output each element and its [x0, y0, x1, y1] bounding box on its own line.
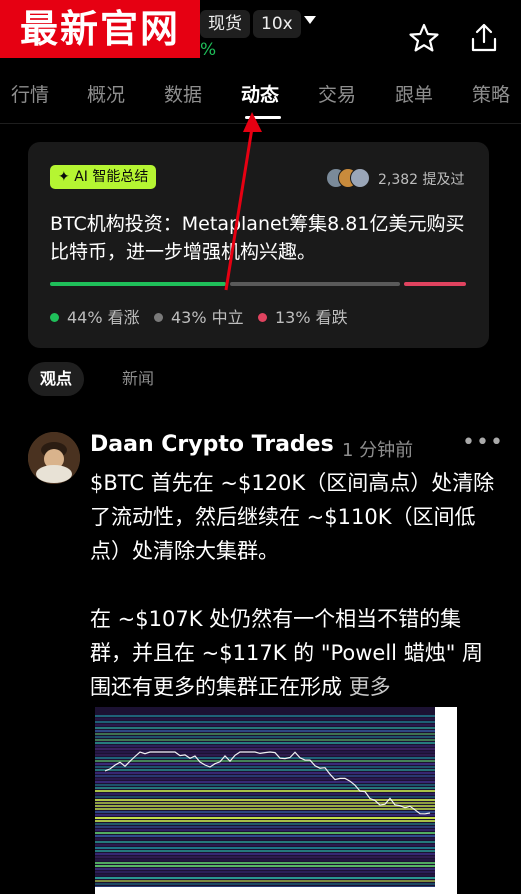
post-time: 1 分钟前	[342, 440, 414, 461]
watermark-logo: 最新官网	[0, 0, 200, 58]
post-paragraph: 在 ~$107K 处仍然有一个相当不错的集群，并且在 ~$117K 的 "Pow…	[90, 607, 484, 699]
post-paragraph: $BTC 首先在 ~$120K（区间高点）处清除了流动性，然后继续在 ~$110…	[90, 471, 495, 563]
author-name[interactable]: Daan Crypto Trades	[90, 432, 334, 457]
more-options-icon[interactable]: •••	[462, 430, 504, 455]
author-avatar[interactable]	[28, 432, 80, 484]
liquidation-heatmap-image	[95, 707, 457, 894]
tab-opinions[interactable]: 观点	[28, 362, 85, 396]
tab-news[interactable]: 新闻	[122, 362, 154, 396]
post-chart-image[interactable]	[95, 707, 457, 894]
post-body[interactable]: $BTC 首先在 ~$120K（区间高点）处清除了流动性，然后继续在 ~$110…	[90, 466, 500, 704]
read-more-link[interactable]: 更多	[349, 675, 391, 699]
